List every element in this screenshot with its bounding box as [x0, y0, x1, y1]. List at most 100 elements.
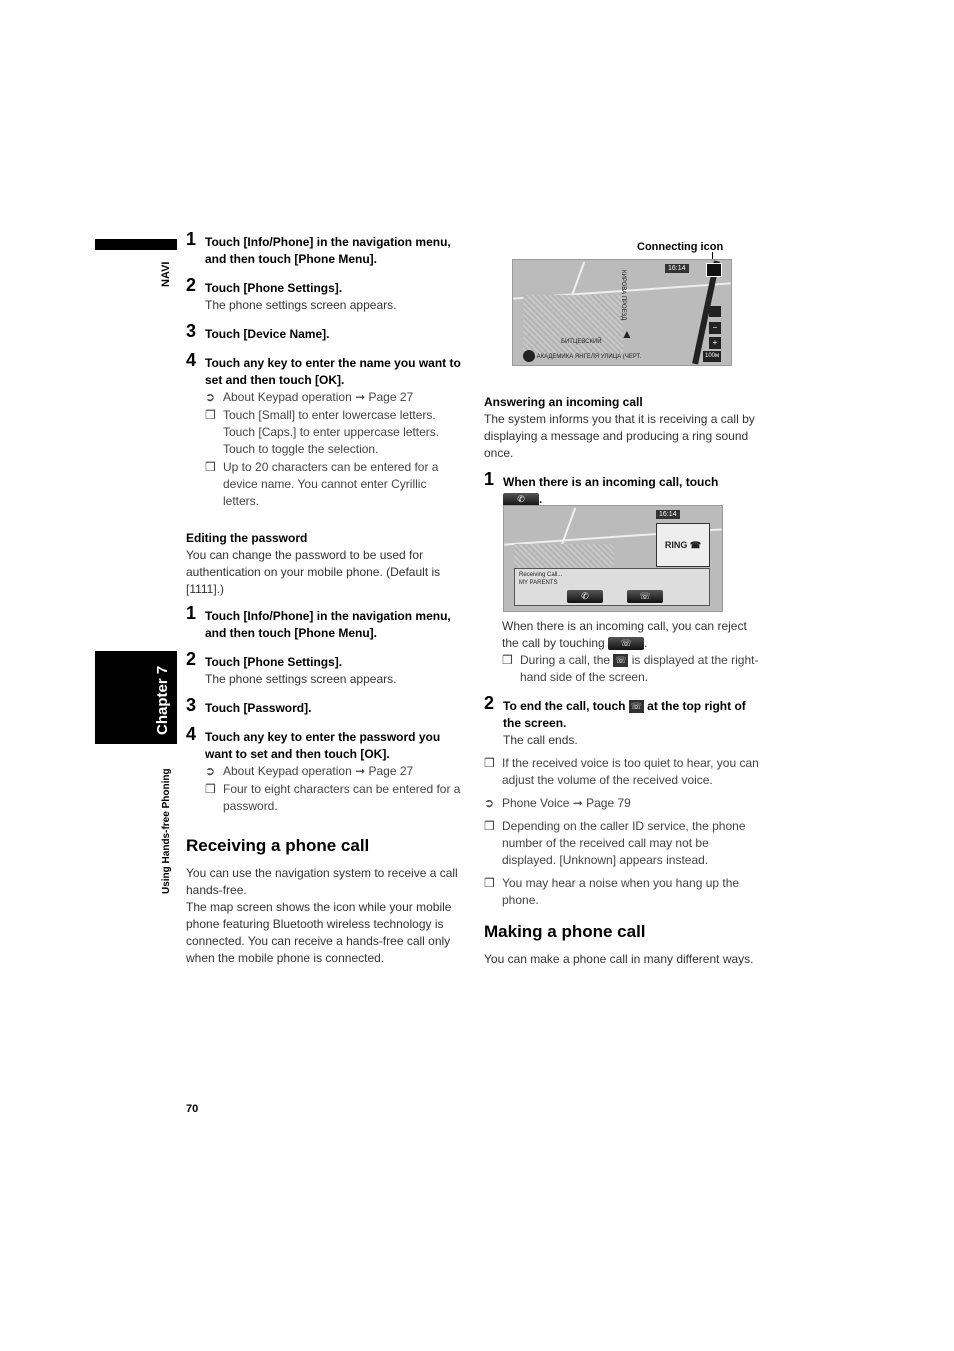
note-text: Four to eight characters can be entered … — [223, 782, 461, 813]
note-marker: ❒ — [205, 782, 216, 796]
note: ❒ Up to 20 characters can be entered for … — [205, 459, 461, 510]
making-title: Making a phone call — [484, 922, 646, 941]
call-status: Receiving Call... — [519, 572, 563, 578]
note: ➲ About Keypad operation ➞ Page 27 — [205, 763, 461, 780]
step: 3 Touch [Device Name]. — [186, 321, 461, 343]
street-name: АКАДЕМИКА ЯНГЕЛЯ УЛИЦА (ЧЕРТ. — [536, 354, 642, 360]
north-up-icon[interactable] — [709, 306, 721, 317]
zoom-in-icon[interactable]: + — [709, 337, 721, 349]
note-text: About Keypad operation ➞ Page 27 — [223, 764, 414, 778]
note: ❒ Four to eight characters can be entered… — [205, 781, 461, 815]
editing-heading: Editing the password — [186, 531, 308, 545]
step: 1 Touch [Info/Phone] in the navigation me… — [186, 229, 461, 268]
step: 4 Touch any key to enter the password you… — [186, 724, 461, 763]
step: 4 Touch any key to enter the name you wan… — [186, 350, 461, 389]
zoom-out-icon[interactable]: − — [709, 322, 721, 334]
receiving-title: Receiving a phone call — [186, 836, 370, 855]
note-marker: ❒ — [205, 408, 216, 422]
navi-bar — [95, 239, 177, 250]
note-text: You may hear a noise when you hang up th… — [502, 876, 740, 907]
left-column: 1 Touch [Info/Phone] in the navigation me… — [186, 229, 461, 967]
step-number: 1 — [186, 229, 197, 249]
note-text: Touch [Small] to enter lowercase letters… — [223, 408, 440, 456]
note-text: If the received voice is too quiet to he… — [502, 756, 759, 787]
step: 3 Touch [Password]. — [186, 695, 461, 717]
step-number: 1 — [186, 603, 197, 623]
step-text: Touch [Phone Settings]. — [205, 655, 343, 669]
step-number: 3 — [186, 321, 197, 341]
reject-button[interactable]: ☏ — [627, 590, 663, 603]
reject-call-icon: ☏ — [608, 637, 645, 651]
step-body: The phone settings screen appears. — [205, 672, 397, 686]
manual-page: NAVI Chapter 7 Using Hands-free Phoning … — [0, 0, 954, 1351]
step-text: Touch any key to enter the name you want… — [205, 356, 461, 387]
scale-label[interactable]: 100м — [703, 351, 722, 362]
connecting-icon[interactable] — [706, 263, 722, 277]
step: 2 Touch [Phone Settings]. The phone settin… — [186, 649, 461, 688]
step-number: 3 — [186, 695, 197, 715]
note-marker: ➲ — [205, 390, 216, 404]
receiving-body-2: The map screen shows the icon while your… — [186, 900, 452, 965]
step-body: The phone settings screen appears. — [205, 298, 397, 312]
ringing-phone-icon: RING ☎ — [656, 523, 710, 567]
menu-button[interactable] — [523, 350, 535, 363]
step: 2 Touch [Phone Settings]. The phone settin… — [186, 275, 461, 314]
step-text: Touch [Info/Phone] in the navigation men… — [205, 609, 451, 640]
step-text: Touch any key to enter the password you … — [205, 730, 441, 761]
step-number: 2 — [186, 649, 197, 669]
clock: 16:14 — [656, 510, 680, 519]
note-marker: ➲ — [484, 796, 495, 810]
note-marker: ➲ — [205, 764, 216, 778]
note-marker: ❒ — [484, 819, 495, 833]
page-number: 70 — [186, 1103, 199, 1115]
note-text: About Keypad operation ➞ Page 27 — [223, 390, 414, 404]
note: ➲ About Keypad operation ➞ Page 27 — [205, 389, 461, 406]
note: ❒ If the received voice is too quiet to h… — [484, 755, 764, 789]
navi-label: NAVI — [160, 261, 172, 287]
receiving-body-1: You can use the navigation system to rec… — [186, 866, 458, 897]
step-text: Touch [Info/Phone] in the navigation men… — [205, 235, 451, 266]
step-number: 2 — [484, 693, 495, 713]
step-body: The call ends. — [503, 733, 578, 747]
end-call-icon: ☏ — [628, 700, 644, 714]
step-text: Touch [Password]. — [205, 701, 312, 715]
note: ➲ Phone Voice ➞ Page 79 — [484, 795, 764, 812]
connecting-icon-label: Connecting icon — [637, 241, 724, 253]
step-text-a: To end the call, touch — [503, 699, 626, 713]
note-text: Up to 20 characters can be entered for a… — [223, 460, 439, 508]
clock: 16:14 — [665, 264, 689, 273]
step: 1 Touch [Info/Phone] in the navigation me… — [186, 603, 461, 642]
making-body: You can make a phone call in many differ… — [484, 952, 754, 966]
note-text: Depending on the caller ID service, the … — [502, 819, 746, 867]
right-column-lower: When there is an incoming call, you can … — [484, 618, 764, 968]
right-column: Answering an incoming call The system in… — [484, 386, 759, 520]
note-marker: ❒ — [484, 756, 495, 770]
editing-body: You can change the password to be used f… — [186, 548, 441, 596]
step-text: Touch [Device Name]. — [205, 327, 330, 341]
step-number: 4 — [186, 350, 197, 370]
note-marker: ❒ — [484, 876, 495, 890]
incoming-call-screen: 16:14 RING ☎ Receiving Call... MY PARENT… — [503, 505, 723, 612]
step-number: 4 — [186, 724, 197, 744]
during-text-a: During a call, the — [520, 653, 611, 667]
answering-heading: Answering an incoming call — [484, 395, 643, 409]
vehicle-arrow-icon: ▲ — [621, 327, 633, 341]
district-label: БИТЦЕВСКИЙ — [561, 339, 602, 345]
chapter-label: Chapter 7 — [154, 665, 171, 735]
caller-name: MY PARENTS — [519, 580, 558, 586]
road-label: КИРОВА ПРОЕЗД — [620, 270, 626, 321]
end-call-icon: ☏ — [613, 654, 629, 668]
step-number: 2 — [186, 275, 197, 295]
note-text: Phone Voice ➞ Page 79 — [502, 796, 631, 810]
note: ❒ Depending on the caller ID service, the… — [484, 818, 764, 869]
step-number: 1 — [484, 469, 495, 489]
receiving-call-dialog: Receiving Call... MY PARENTS ✆ ☏ — [514, 568, 710, 606]
note: ❒ You may hear a noise when you hang up t… — [484, 875, 764, 909]
section-label: Using Hands-free Phoning — [161, 768, 172, 894]
answer-button[interactable]: ✆ — [567, 590, 603, 603]
answering-body: The system informs you that it is receiv… — [484, 412, 755, 460]
step-text: When there is an incoming call, touch — [503, 475, 719, 489]
step-text: Touch [Phone Settings]. — [205, 281, 343, 295]
note: ❒ Touch [Small] to enter lowercase letter… — [205, 407, 461, 458]
map-screen-connected: 16:14 КИРОВА ПРОЕЗД БИТЦЕВСКИЙ − + ▲ АКА… — [512, 259, 732, 366]
